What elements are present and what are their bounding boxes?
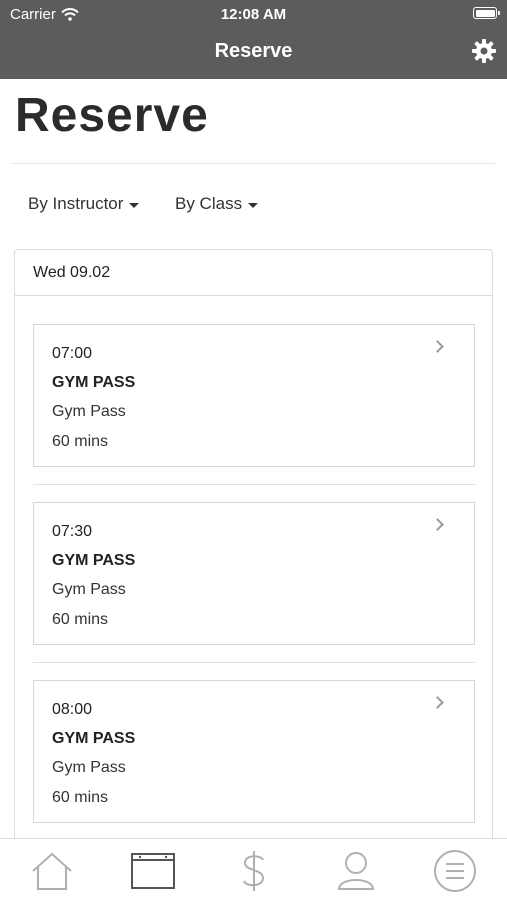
clock: 12:08 AM xyxy=(220,6,287,23)
class-duration: 60 mins xyxy=(52,789,109,806)
class-time: 07:00 xyxy=(52,345,93,362)
nav-title: Reserve xyxy=(214,40,293,62)
schedule-date: Wed 09.02 xyxy=(15,250,492,296)
status-bar: Carrier 12:08 AM xyxy=(0,0,507,28)
chevron-right-icon xyxy=(431,340,444,353)
class-duration: 60 mins xyxy=(52,433,109,450)
divider xyxy=(12,163,495,164)
filter-label: By Instructor xyxy=(28,194,124,213)
filter-by-instructor[interactable]: By Instructor xyxy=(28,194,140,214)
user-icon[interactable] xyxy=(333,849,379,893)
class-card[interactable]: 08:00 GYM PASS Gym Pass 60 mins xyxy=(33,680,475,823)
class-time: 08:00 xyxy=(52,701,93,718)
class-duration: 60 mins xyxy=(52,611,109,628)
class-time: 07:30 xyxy=(52,523,93,540)
class-subtitle: Gym Pass xyxy=(52,581,126,598)
class-subtitle: Gym Pass xyxy=(52,759,126,776)
class-name: GYM PASS xyxy=(52,730,136,747)
card-separator xyxy=(33,484,475,485)
dollar-icon[interactable] xyxy=(231,849,277,893)
card-separator xyxy=(33,662,475,663)
home-icon[interactable] xyxy=(29,849,75,893)
class-name: GYM PASS xyxy=(52,374,136,391)
filter-by-class[interactable]: By Class xyxy=(175,194,259,214)
class-name: GYM PASS xyxy=(52,552,136,569)
caret-down-icon xyxy=(248,202,259,208)
filter-label: By Class xyxy=(175,194,243,213)
chevron-right-icon xyxy=(431,696,444,709)
schedule-panel: Wed 09.02 07:00 GYM PASS Gym Pass 60 min… xyxy=(14,249,493,869)
page-title: Reserve xyxy=(15,89,209,142)
class-subtitle: Gym Pass xyxy=(52,403,126,420)
class-card[interactable]: 07:30 GYM PASS Gym Pass 60 mins xyxy=(33,502,475,645)
calendar-icon[interactable] xyxy=(130,849,176,893)
tab-bar xyxy=(0,838,507,901)
class-card[interactable]: 07:00 GYM PASS Gym Pass 60 mins xyxy=(33,324,475,467)
gear-icon[interactable] xyxy=(471,38,497,64)
menu-icon[interactable] xyxy=(432,849,478,893)
app-header: Carrier 12:08 AM Reserve xyxy=(0,0,507,79)
battery-icon xyxy=(473,7,500,19)
chevron-right-icon xyxy=(431,518,444,531)
caret-down-icon xyxy=(129,202,140,208)
